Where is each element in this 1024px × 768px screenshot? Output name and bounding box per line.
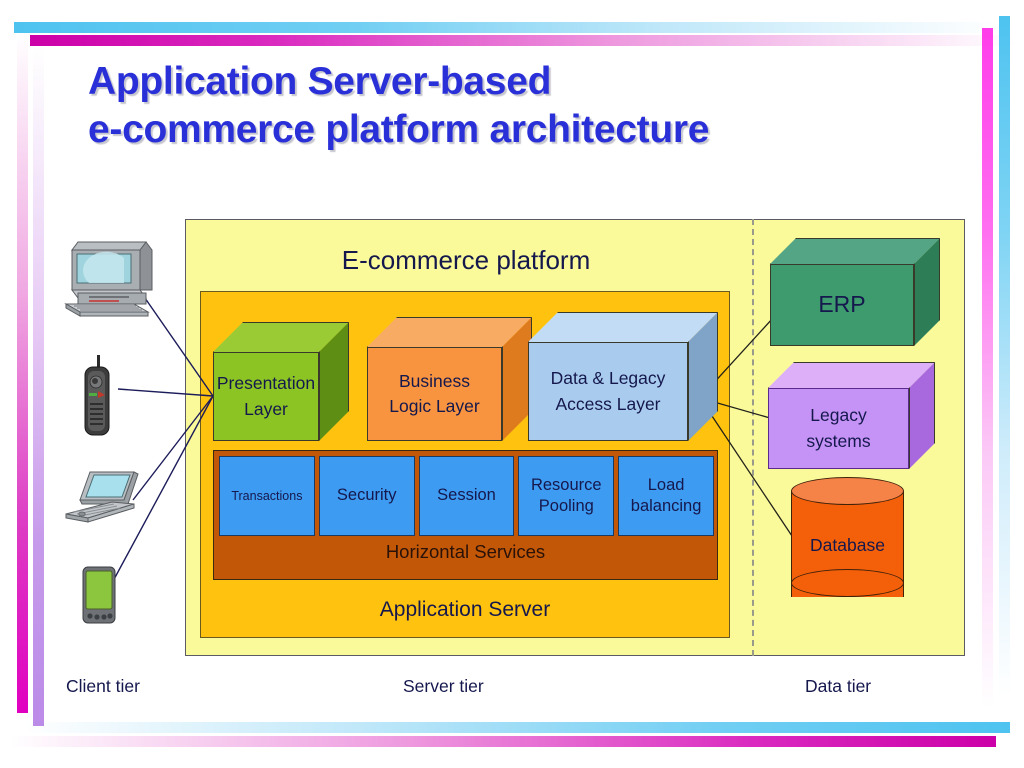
service-cell-transactions[interactable]: Transactions xyxy=(219,456,315,536)
service-cell-load-balancing[interactable]: Load balancing xyxy=(618,456,714,536)
pda-icon xyxy=(82,566,116,624)
tier-label-client: Client tier xyxy=(66,676,140,696)
layer-box-presentation[interactable]: Presentation Layer xyxy=(213,322,349,441)
service-label-line-1: Transactions xyxy=(231,488,303,503)
tier-label-data: Data tier xyxy=(805,676,872,696)
box-front-face: Legacy systems xyxy=(768,388,909,469)
box-front-face: Business Logic Layer xyxy=(367,347,502,441)
application-server-label: Application Server xyxy=(379,598,551,621)
horizontal-services-row: Transactions Security Session Resource P… xyxy=(219,456,714,536)
decorative-bar-bottom-magenta xyxy=(10,736,996,747)
layer-label-line-2: Logic Layer xyxy=(389,396,480,416)
service-label-line-1: Session xyxy=(437,486,496,505)
platform-heading: E-commerce platform xyxy=(341,245,591,275)
slide: Application Server-based e-commerce plat… xyxy=(0,0,1024,768)
mobile-phone-icon xyxy=(84,355,110,436)
decorative-bar-top-magenta xyxy=(30,35,1015,46)
layer-label-line-1: Business xyxy=(398,370,470,391)
layer-label-line-1: Data & Legacy xyxy=(550,368,666,389)
laptop-icon xyxy=(65,471,139,523)
service-label-line-1: Load xyxy=(647,475,685,494)
tier-divider-dashed-line xyxy=(752,219,754,656)
service-label-line-1: Resource xyxy=(530,475,602,494)
database-label: Database xyxy=(810,535,885,555)
decorative-bar-left-lilac xyxy=(33,46,44,726)
page-title: Application Server-based e-commerce plat… xyxy=(88,58,908,154)
erp-label: ERP xyxy=(818,291,866,318)
legacy-label-line-2: systems xyxy=(806,430,871,451)
decorative-bar-top-cyan xyxy=(14,22,1000,33)
layer-label-line-2: Layer xyxy=(244,398,288,419)
cylinder-top xyxy=(791,477,904,505)
box-front-face: ERP xyxy=(770,264,914,346)
service-label-line-1: Security xyxy=(336,486,397,505)
layer-label-line-1: Presentation xyxy=(216,373,316,394)
data-tier-box-erp[interactable]: ERP xyxy=(770,238,940,346)
service-cell-resource-pooling[interactable]: Resource Pooling xyxy=(518,456,615,536)
data-tier-database-cylinder[interactable]: Database xyxy=(791,477,904,611)
tier-label-server: Server tier xyxy=(403,676,484,696)
horizontal-services-label: Horizontal Services xyxy=(385,541,546,562)
decorative-bar-bottom-cyan xyxy=(24,722,1010,733)
page-title-line-2: e-commerce platform architecture xyxy=(88,108,710,151)
layer-label-line-2: Access Layer xyxy=(555,393,661,414)
legacy-label-line-1: Legacy xyxy=(810,405,867,426)
service-cell-security[interactable]: Security xyxy=(318,456,415,536)
data-tier-box-legacy-systems[interactable]: Legacy systems xyxy=(768,362,935,469)
decorative-bar-right-magenta xyxy=(982,28,993,708)
box-front-face: Presentation Layer xyxy=(213,352,319,441)
service-label-line-2: Pooling xyxy=(538,497,594,515)
layer-box-business-logic[interactable]: Business Logic Layer xyxy=(367,317,532,441)
page-title-line-1: Application Server-based xyxy=(88,60,552,103)
horizontal-services-panel: Transactions Security Session Resource P… xyxy=(213,450,718,580)
cylinder-bottom xyxy=(791,569,904,597)
service-label-line-2: balancing xyxy=(630,497,702,515)
box-front-face: Data & Legacy Access Layer xyxy=(528,342,688,441)
decorative-bar-right-cyan xyxy=(999,16,1010,696)
decorative-bar-left-magenta xyxy=(17,33,28,713)
desktop-computer-icon xyxy=(64,241,153,317)
layer-box-data-legacy-access[interactable]: Data & Legacy Access Layer xyxy=(528,312,718,441)
service-cell-session[interactable]: Session xyxy=(418,456,515,536)
